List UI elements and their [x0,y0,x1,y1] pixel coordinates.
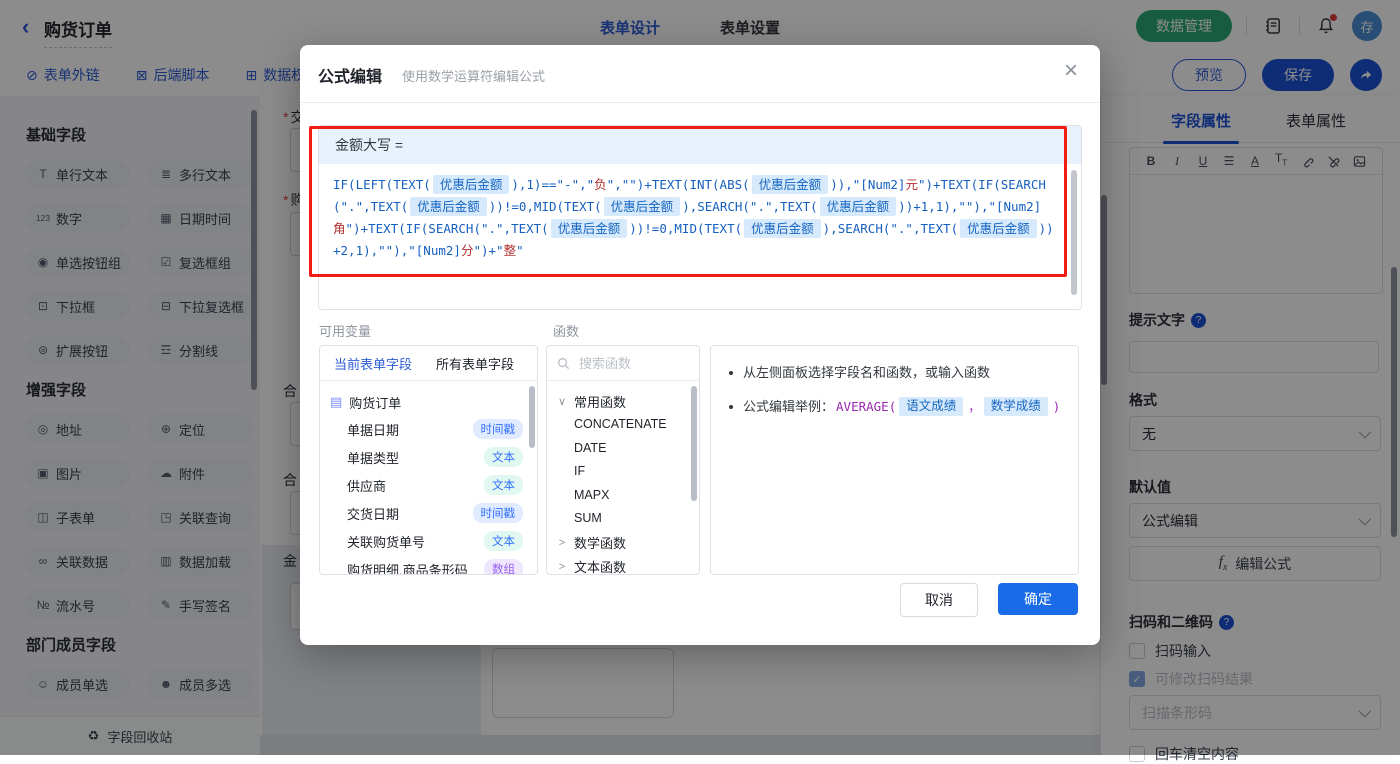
functions-scrollbar[interactable] [691,386,697,501]
formula-field-chip: 优惠后金额 [550,219,628,238]
modal-footer: 取消 确定 [900,583,1078,617]
variables-tabs: 当前表单字段 所有表单字段 [320,346,537,381]
formula-token: ))!=0,MID(TEXT( [488,199,602,214]
variable-row[interactable]: 供应商 文本 [330,471,531,499]
variable-name: 关联购货单号 [347,534,426,550]
formula-token: " [516,243,524,258]
formula-editor-box[interactable]: 金额大写 = IF(LEFT(TEXT(优惠后金额),1)=="-","负","… [318,125,1082,310]
function-group[interactable]: ∨ 常用函数 [557,389,699,413]
confirm-button[interactable]: 确定 [998,583,1078,615]
formula-token: IF(LEFT(TEXT( [333,177,431,192]
function-group[interactable]: > 数学函数 [557,531,699,555]
variable-name: 单据日期 [347,422,400,438]
variable-name: 单据类型 [347,450,400,466]
formula-field-chip: 优惠后金额 [603,197,681,216]
formula-token: ")+TEXT(IF(SEARCH(".",TEXT( [345,221,549,236]
formula-token: ))+1,1),""),"[Num2] [898,199,1042,214]
variable-type-badge: 数组 [484,559,523,574]
function-search-input[interactable] [577,354,681,372]
function-group[interactable]: > 文本函数 [557,555,699,575]
function-item[interactable]: SUM [557,507,699,531]
modal-title: 公式编辑 [318,69,383,86]
help-line-2: 公式编辑举例： AVERAGE(语文成绩，数学成绩) [725,396,1064,417]
formula-token: 角 [333,221,346,236]
variable-name: 交货日期 [347,506,400,522]
formula-field-chip: 优惠后金额 [751,175,829,194]
form-doc-icon: ▤ [330,394,343,409]
formula-code-area[interactable]: IF(LEFT(TEXT(优惠后金额),1)=="-","负","")+TEXT… [319,164,1081,272]
modal-subtitle: 使用数学运算符编辑公式 [402,69,546,84]
example-field-chip: 语文成绩 [899,397,964,416]
tab-all-form-fields[interactable]: 所有表单字段 [436,354,514,373]
function-search [547,346,699,381]
example-field-chip: 数学成绩 [983,397,1048,416]
variable-row[interactable]: 购货明细.商品条形码 数组 [330,555,531,575]
chevron-down-icon: ∨ [557,395,567,408]
chevron-right-icon: > [558,560,566,573]
function-list: ∨ 常用函数 CONCATENATE DATE IF MAPX SUM > 数学函数 > 文本函数 [547,381,699,575]
modal-header: 公式编辑 使用数学运算符编辑公式 × [300,45,1100,103]
function-item[interactable]: CONCATENATE [557,413,699,437]
formula-field-chip: 优惠后金额 [819,197,897,216]
variables-panel: 当前表单字段 所有表单字段 ▤ 购货订单 单据日期 时间戳 单据类型 文本 供应商 文本交… [319,345,538,575]
formula-scrollbar[interactable] [1071,170,1077,295]
formula-token: ),1)=="-"," [511,177,595,192]
formula-token: 分 [460,243,474,258]
variable-name: 供应商 [347,478,387,494]
formula-field-chip: 优惠后金额 [432,175,510,194]
formula-field-chip: 优惠后金额 [960,219,1037,238]
cancel-button[interactable]: 取消 [900,583,978,617]
form-root-name: 购货订单 [349,395,402,411]
function-item[interactable]: MAPX [557,484,699,508]
variable-name: 购货明细.商品条形码 [347,562,468,575]
functions-panel: ∨ 常用函数 CONCATENATEDATEIFMAPXSUM > 数学函数 > 文本函数 [546,345,700,575]
functions-panel-label: 函数 [553,324,580,339]
example-function-name: AVERAGE( [836,399,897,414]
function-group-name: 常用函数 [574,394,627,410]
close-icon[interactable]: × [1064,59,1078,83]
variable-type-badge: 文本 [484,531,523,551]
variable-row[interactable]: 单据类型 文本 [330,443,531,471]
variable-type-badge: 文本 [484,447,523,467]
variables-tree: ▤ 购货订单 单据日期 时间戳 单据类型 文本 供应商 文本 交货日期 时间戳 关联购货单号 文本… [320,381,537,575]
formula-token: ),SEARCH(".",TEXT( [682,199,818,214]
formula-token: ","")+TEXT(INT(ABS( [606,177,750,192]
formula-token: ")+" [473,243,504,258]
function-item[interactable]: IF [557,460,699,484]
chevron-right-icon: > [558,536,566,549]
formula-token: )),"[Num2] [830,177,906,192]
formula-token: ))!=0,MID(TEXT( [629,221,743,236]
search-icon [558,357,570,369]
help-line-1: 从左侧面板选择字段名和函数，或输入函数 [725,362,1064,383]
variable-row[interactable]: 单据日期 时间戳 [330,415,531,443]
variables-scrollbar[interactable] [529,386,535,448]
function-item[interactable]: DATE [557,437,699,461]
variable-type-badge: 时间戳 [472,419,523,439]
formula-field-chip: 优惠后金额 [410,197,487,216]
variable-row[interactable]: 交货日期 时间戳 [330,499,531,527]
formula-token: ),SEARCH(".",TEXT( [822,221,959,236]
variable-type-badge: 文本 [484,475,523,495]
function-group-name: 文本函数 [574,560,627,575]
variable-row[interactable]: 关联购货单号 文本 [330,527,531,555]
variables-panel-label: 可用变量 [319,324,372,339]
formula-token: 负 [594,177,607,192]
formula-field-chip: 优惠后金额 [744,219,821,238]
formula-token: 整 [503,243,517,258]
formula-help-panel: 从左侧面板选择字段名和函数，或输入函数 公式编辑举例： AVERAGE(语文成绩，… [710,345,1079,575]
formula-token: 元 [905,177,918,192]
formula-editor-modal: 公式编辑 使用数学运算符编辑公式 × 金额大写 = IF(LEFT(TEXT(优… [300,45,1100,645]
formula-target-field: 金额大写 = [319,126,1081,164]
form-root-node[interactable]: ▤ 购货订单 [330,389,531,415]
function-group-name: 数学函数 [574,536,627,551]
tab-current-form-fields[interactable]: 当前表单字段 [334,354,412,373]
variable-type-badge: 时间戳 [472,503,523,523]
